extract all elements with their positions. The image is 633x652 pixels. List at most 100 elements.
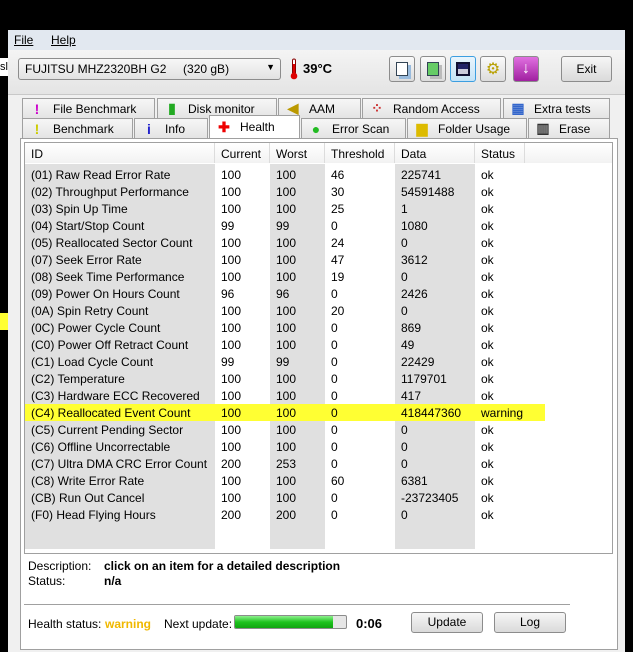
table-row[interactable]: (C2) Temperature 100 100 0 1179701 ok: [25, 370, 545, 387]
tab-erase[interactable]: ▥ Erase: [528, 118, 610, 138]
copy-screenshot-button[interactable]: [420, 56, 446, 82]
cell-status: ok: [481, 508, 494, 522]
column-header-filler: [525, 143, 612, 163]
table-row[interactable]: (02) Throughput Performance 100 100 30 54591…: [25, 183, 545, 200]
column-header-status[interactable]: Status: [475, 143, 525, 163]
cell-worst: 100: [276, 202, 297, 216]
cell-worst: 100: [276, 389, 297, 403]
cell-current: 99: [221, 355, 235, 369]
cell-worst: 100: [276, 236, 297, 250]
table-row[interactable]: (C8) Write Error Rate 100 100 60 6381 ok: [25, 472, 545, 489]
tab-folder-usage[interactable]: ▆ Folder Usage: [407, 118, 527, 138]
table-row[interactable]: (0A) Spin Retry Count 100 100 20 0 ok: [25, 302, 545, 319]
tab-label: Erase: [559, 121, 591, 136]
health-status-value: warning: [105, 617, 152, 631]
cell-current: 100: [221, 423, 242, 437]
tab-error-scan[interactable]: ● Error Scan: [301, 118, 406, 138]
cell-threshold: 0: [331, 321, 338, 335]
update-button[interactable]: Update: [411, 612, 483, 633]
thermometer-icon: [290, 58, 298, 80]
cell-status: ok: [481, 304, 494, 318]
cell-data: -23723405: [401, 491, 459, 505]
table-row[interactable]: (01) Raw Read Error Rate 100 100 46 225741 ok: [25, 166, 545, 183]
tab-label: Random Access: [393, 101, 480, 116]
cell-data: 1179701: [401, 372, 447, 386]
table-row[interactable]: (05) Reallocated Sector Count 100 100 24 0 ok: [25, 234, 545, 251]
table-row[interactable]: (07) Seek Error Rate 100 100 47 3612 ok: [25, 251, 545, 268]
cell-status: ok: [481, 287, 494, 301]
tab-file-benchmark[interactable]: ! File Benchmark: [22, 98, 155, 118]
cell-status: ok: [481, 219, 494, 233]
cell-threshold: 0: [331, 338, 338, 352]
table-row[interactable]: (C1) Load Cycle Count 99 99 0 22429 ok: [25, 353, 545, 370]
table-row[interactable]: (C4) Reallocated Event Count 100 100 0 41844…: [25, 404, 545, 421]
drive-select[interactable]: FUJITSU MHZ2320BH G2 (320 gB) ▼: [18, 58, 281, 80]
tab-benchmark[interactable]: ! Benchmark: [22, 118, 133, 138]
table-row[interactable]: (F0) Head Flying Hours 200 200 0 0 ok: [25, 506, 545, 523]
log-button[interactable]: Log: [494, 612, 566, 633]
cell-status: ok: [481, 372, 494, 386]
next-update-label: Next update:: [164, 617, 233, 631]
copy-screenshot-icon: [427, 62, 439, 76]
download-button[interactable]: ↓: [513, 56, 539, 82]
exit-button[interactable]: Exit: [561, 56, 612, 82]
cell-current: 100: [221, 185, 242, 199]
options-button[interactable]: ⚙: [480, 56, 506, 82]
table-row[interactable]: (C0) Power Off Retract Count 100 100 0 49 ok: [25, 336, 545, 353]
cell-status: ok: [481, 355, 494, 369]
tab-label: Extra tests: [534, 101, 591, 116]
column-header-threshold[interactable]: Threshold: [325, 143, 395, 163]
table-row[interactable]: (C3) Hardware ECC Recovered 100 100 0 417 ok: [25, 387, 545, 404]
cell-id: (C6) Offline Uncorrectable: [31, 440, 171, 454]
cell-current: 100: [221, 253, 242, 267]
cell-current: 100: [221, 338, 242, 352]
progress-fill: [235, 616, 333, 628]
cell-id: (C3) Hardware ECC Recovered: [31, 389, 200, 403]
cell-threshold: 0: [331, 440, 338, 454]
tab-info[interactable]: i Info: [134, 118, 208, 138]
folder-icon: ▆: [416, 120, 428, 136]
copy-text-button[interactable]: [389, 56, 415, 82]
cell-data: 0: [401, 440, 408, 454]
tab-extra-tests[interactable]: ▦ Extra tests: [503, 98, 610, 118]
column-header-worst[interactable]: Worst: [270, 143, 325, 163]
cell-status: warning: [481, 406, 524, 420]
table-row[interactable]: (0C) Power Cycle Count 100 100 0 869 ok: [25, 319, 545, 336]
table-row[interactable]: (CB) Run Out Cancel 100 100 0 -23723405 ok: [25, 489, 545, 506]
table-row[interactable]: (C6) Offline Uncorrectable 100 100 0 0 ok: [25, 438, 545, 455]
table-row[interactable]: (C7) Ultra DMA CRC Error Count 200 253 0 0 ok: [25, 455, 545, 472]
table-row[interactable]: (09) Power On Hours Count 96 96 0 2426 ok: [25, 285, 545, 302]
cell-worst: 100: [276, 372, 297, 386]
table-row[interactable]: (04) Start/Stop Count 99 99 0 1080 ok: [25, 217, 545, 234]
menu-help[interactable]: Help: [51, 33, 76, 47]
options-icon: ⚙: [485, 61, 501, 78]
cell-threshold: 0: [331, 457, 338, 471]
description-label: Description:: [28, 559, 92, 573]
cell-id: (04) Start/Stop Count: [31, 219, 145, 233]
table-row[interactable]: (C5) Current Pending Sector 100 100 0 0 ok: [25, 421, 545, 438]
cell-status: ok: [481, 338, 494, 352]
cell-data: 225741: [401, 168, 442, 182]
cell-id: (09) Power On Hours Count: [31, 287, 180, 301]
save-button[interactable]: [450, 56, 476, 82]
tab-health[interactable]: ✚ Health: [209, 115, 300, 138]
cell-data: 1080: [401, 219, 428, 233]
tab-random-access[interactable]: ⁘ Random Access: [362, 98, 501, 118]
menu-file[interactable]: File: [14, 33, 33, 47]
red-cross-icon: ✚: [218, 118, 230, 135]
exclamation-icon: !: [34, 120, 40, 137]
cell-threshold: 30: [331, 185, 345, 199]
table-row[interactable]: (03) Spin Up Time 100 100 25 1 ok: [25, 200, 545, 217]
cell-status: ok: [481, 474, 494, 488]
cell-current: 100: [221, 406, 242, 420]
cell-current: 100: [221, 270, 242, 284]
cell-data: 0: [401, 423, 408, 437]
column-header-id[interactable]: ID: [25, 143, 215, 163]
cell-data: 0: [401, 508, 408, 522]
column-header-current[interactable]: Current: [215, 143, 270, 163]
health-status-label: Health status:: [28, 617, 102, 631]
status-value: n/a: [104, 574, 122, 588]
table-row[interactable]: (08) Seek Time Performance 100 100 19 0 ok: [25, 268, 545, 285]
column-header-data[interactable]: Data: [395, 143, 475, 163]
cell-worst: 96: [276, 287, 290, 301]
